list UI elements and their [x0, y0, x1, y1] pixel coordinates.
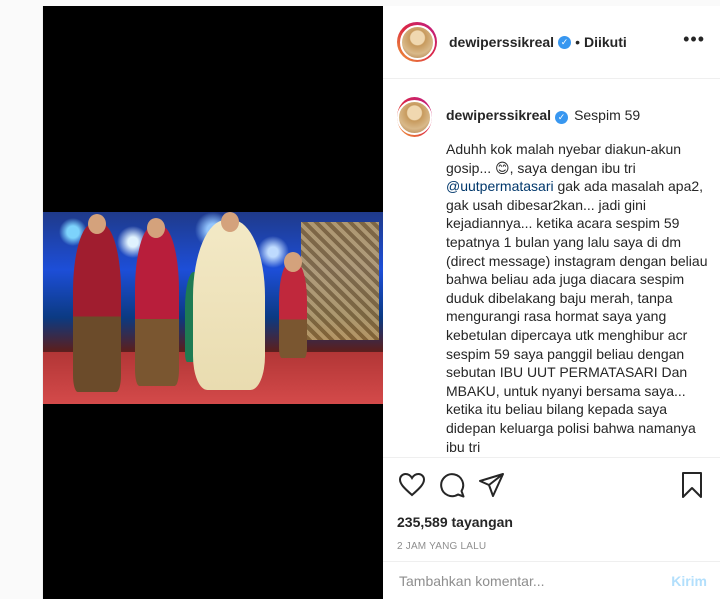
video-player[interactable] [43, 6, 383, 599]
performer [135, 226, 179, 386]
performer [73, 224, 121, 392]
verified-badge-icon: ✓ [555, 111, 569, 124]
post-container: dewiperssikreal ✓ • Diikuti ••• dewipers… [42, 6, 720, 599]
stage-backdrop [301, 222, 379, 340]
location-link[interactable]: Sespim 59 [574, 107, 640, 123]
performer [193, 220, 265, 390]
performer-head [88, 214, 106, 234]
video-frame[interactable] [43, 212, 383, 404]
avatar-image [399, 24, 435, 60]
bookmark-icon[interactable] [677, 470, 707, 500]
caption-section[interactable]: dewiperssikreal ✓ Sespim 59 Aduhh kok mala… [383, 79, 720, 464]
comment-icon[interactable] [437, 470, 467, 500]
performer-head [221, 212, 239, 232]
performer [279, 262, 307, 358]
send-button[interactable]: Kirim [671, 573, 707, 589]
performer-head [147, 218, 165, 238]
post-actions: 235,589 tayangan 2 JAM YANG LALU [383, 457, 720, 561]
action-icons [397, 470, 707, 500]
timestamp[interactable]: 2 JAM YANG LALU [397, 541, 707, 552]
caption-body: dewiperssikreal ✓ Sespim 59 Aduhh kok mala… [446, 97, 708, 456]
comment-form: Kirim [383, 561, 720, 599]
caption-text-part: gak ada masalah apa2, gak usah dibesar2k… [446, 178, 708, 455]
heart-icon[interactable] [397, 470, 427, 500]
comment-input[interactable] [399, 572, 672, 589]
caption-header: dewiperssikreal ✓ Sespim 59 [446, 97, 708, 124]
caption-text: Aduhh kok malah nyebar diakun-akun gosip… [446, 140, 708, 456]
caption-row: dewiperssikreal ✓ Sespim 59 Aduhh kok mala… [397, 97, 708, 456]
performer-head [284, 252, 302, 272]
verified-badge-icon: ✓ [558, 35, 572, 49]
share-icon[interactable] [477, 470, 507, 500]
following-button[interactable]: Diikuti [584, 34, 627, 50]
mention-link[interactable]: @uutpermatasari [446, 178, 554, 194]
caption-username[interactable]: dewiperssikreal [446, 107, 551, 123]
avatar[interactable] [397, 22, 437, 62]
post-header: dewiperssikreal ✓ • Diikuti ••• [383, 6, 720, 79]
caption-text-part: Aduhh kok malah nyebar diakun-akun gosip… [446, 141, 682, 176]
more-options-icon[interactable]: ••• [683, 30, 705, 48]
avatar-image [397, 99, 432, 135]
header-username[interactable]: dewiperssikreal [449, 34, 554, 50]
view-count[interactable]: 235,589 tayangan [397, 514, 707, 530]
caption-avatar[interactable] [397, 97, 432, 137]
separator: • [575, 34, 580, 50]
